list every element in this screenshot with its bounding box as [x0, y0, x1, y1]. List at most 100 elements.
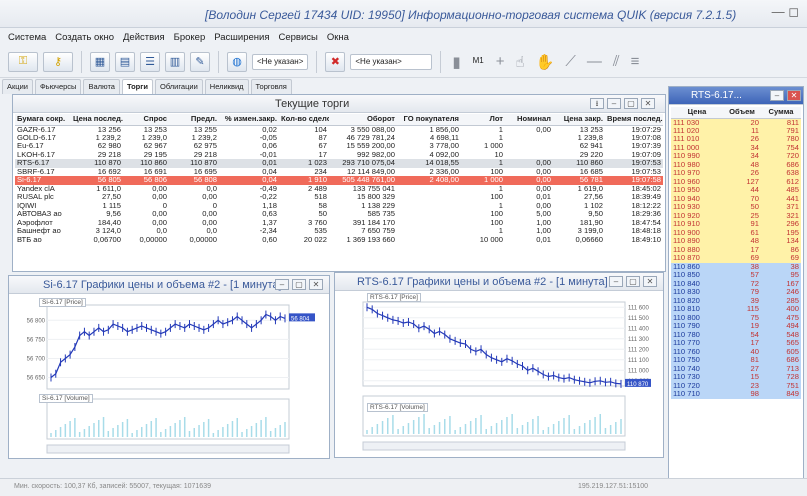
column-header[interactable]: Цена послед. [71, 114, 123, 126]
menu-broker[interactable]: Брокер [174, 32, 206, 43]
menu-new-window[interactable]: Создать окно [55, 32, 114, 43]
ask-row[interactable]: 111 010 26 780 [671, 135, 801, 144]
table-row[interactable]: RUSAL plc 27,50 0,00 0,00 -0,22 518 15 800 329… [15, 193, 663, 202]
table-icon[interactable]: ▦ [90, 51, 110, 72]
edit-icon[interactable]: ✎ [190, 51, 210, 72]
table-row[interactable]: АВТОВАЗ ао 9,56 0,00 0,00 0,63 50 585 735 100 5,… [15, 210, 663, 219]
si-price-chart[interactable]: 56 800 56 750 56 700 56 650 56 804 [9, 295, 329, 459]
ask-row[interactable]: 110 990 34 720 [671, 152, 801, 161]
ask-row[interactable]: 110 980 48 686 [671, 160, 801, 169]
bid-row[interactable]: 110 760 40 605 [671, 347, 801, 356]
menu-extensions[interactable]: Расширения [214, 32, 269, 43]
ask-row[interactable]: 110 890 48 134 [671, 237, 801, 246]
fibo-icon[interactable]: ≡ [628, 53, 643, 70]
bid-row[interactable]: 110 800 75 475 [671, 313, 801, 322]
window-controls[interactable]: — ◻ [772, 4, 799, 20]
close-icon[interactable]: ✕ [309, 279, 323, 290]
tab-currency[interactable]: Валюта [83, 79, 120, 94]
bid-row[interactable]: 110 720 23 751 [671, 381, 801, 390]
bid-row[interactable]: 110 850 57 95 [671, 271, 801, 280]
candle-icon[interactable]: ▮ [449, 53, 463, 71]
crosshair-icon[interactable]: + [493, 53, 508, 70]
ask-row[interactable]: 111 000 34 754 [671, 143, 801, 152]
bid-row[interactable]: 110 750 81 686 [671, 356, 801, 365]
table-row[interactable]: Башнефт ао 3 124,0 0,0 0,0 -2,34 535 7 650 759… [15, 227, 663, 236]
close-icon[interactable]: ✕ [641, 98, 655, 109]
ask-row[interactable]: 110 870 69 69 [671, 254, 801, 263]
table-row[interactable]: GOLD-6.17 1 239,2 1 239,0 1 239,2 -0,05 87 46 … [15, 134, 663, 143]
ask-row[interactable]: 111 020 11 791 [671, 126, 801, 135]
tab-bonds[interactable]: Облигации [155, 79, 203, 94]
maximize-icon[interactable]: ▢ [626, 276, 640, 287]
ask-row[interactable]: 110 930 50 371 [671, 203, 801, 212]
minimize-icon[interactable]: – [770, 90, 784, 101]
chart-window-icon[interactable]: ▤ [115, 51, 135, 72]
tab-shares[interactable]: Акции [2, 79, 33, 94]
minimize-icon[interactable]: – [607, 98, 621, 109]
close-icon[interactable]: ✕ [787, 90, 801, 101]
bid-row[interactable]: 110 780 54 548 [671, 330, 801, 339]
menu-services[interactable]: Сервисы [279, 32, 318, 43]
bid-row[interactable]: 110 830 79 246 [671, 288, 801, 297]
column-header[interactable]: Номинал [505, 114, 553, 126]
bid-row[interactable]: 110 790 19 494 [671, 322, 801, 331]
table-row[interactable]: Eu-6.17 62 980 62 967 62 975 0,06 67 15 559 20… [15, 142, 663, 151]
ask-row[interactable]: 110 920 25 321 [671, 211, 801, 220]
column-header[interactable]: Лот [461, 114, 505, 126]
column-header[interactable]: ГО покупателя [397, 114, 461, 126]
pointer-icon[interactable]: ☝ [513, 53, 528, 71]
ask-row[interactable]: 110 940 70 441 [671, 194, 801, 203]
orders-icon[interactable]: ☰ [140, 51, 160, 72]
table-row[interactable]: SBRF-6.17 16 692 16 691 16 695 0,04 234 12 114… [15, 168, 663, 177]
line-icon[interactable]: ⟋ [562, 53, 579, 70]
table-row[interactable]: Si-6.17 56 805 56 806 56 808 0,04 1 910 505 44… [15, 176, 663, 185]
ask-row[interactable]: 111 030 20 811 [671, 118, 801, 127]
table-row[interactable]: RTS-6.17 110 870 110 860 110 870 0,01 1 023 29… [15, 159, 663, 168]
column-header[interactable]: % измен.закр. [219, 114, 279, 126]
globe-icon[interactable]: ◍ [227, 51, 247, 72]
ask-row[interactable]: 110 880 17 86 [671, 245, 801, 254]
channel-icon[interactable]: ⫽ [610, 53, 623, 70]
hand-icon[interactable]: ✋ [533, 53, 558, 71]
column-header[interactable]: Предл. [169, 114, 219, 126]
ask-row[interactable]: 110 900 61 195 [671, 228, 801, 237]
column-header[interactable]: Цена закр. [553, 114, 605, 126]
column-header[interactable]: Спрос [123, 114, 169, 126]
tab-illiquid[interactable]: Неликвид [204, 79, 249, 94]
tab-futures[interactable]: Фьючерсы [34, 79, 82, 94]
sort-icon[interactable]: ⭳ [590, 98, 604, 109]
bid-row[interactable]: 110 840 72 167 [671, 279, 801, 288]
table-row[interactable]: Аэрофлот 184,40 0,00 0,00 1,37 3 760 391 184 1… [15, 219, 663, 228]
column-header[interactable]: Оборот [329, 114, 397, 126]
minimize-icon[interactable]: – [609, 276, 623, 287]
table-row[interactable]: ВТБ ао 0,06700 0,00000 0,00000 0,60 20 022 1 3… [15, 236, 663, 245]
bid-row[interactable]: 110 740 27 713 [671, 364, 801, 373]
bid-row[interactable]: 110 770 17 565 [671, 339, 801, 348]
minimize-icon[interactable]: – [275, 279, 289, 290]
ask-row[interactable]: 110 960 127 612 [671, 177, 801, 186]
table-row[interactable]: GAZR-6.17 13 256 13 253 13 255 0,02 104 3 550 … [15, 125, 663, 134]
cancel-icon[interactable]: ✖ [325, 51, 346, 72]
table-row[interactable]: IQIWI 1 115 0 0 1,18 58 1 138 229 1 0,00 1 102 18:… [15, 202, 663, 211]
close-icon[interactable]: ✕ [643, 276, 657, 287]
bid-row[interactable]: 110 710 98 849 [671, 390, 801, 399]
ask-row[interactable]: 110 950 44 485 [671, 186, 801, 195]
ask-row[interactable]: 110 970 26 638 [671, 169, 801, 178]
table-row[interactable]: LKOH-6.17 29 218 29 195 29 218 -0,01 17 992 98… [15, 151, 663, 160]
bid-row[interactable]: 110 860 38 38 [671, 262, 801, 271]
column-header[interactable]: Кол-во сделок [279, 114, 329, 126]
account-select-1[interactable]: <Не указан> [252, 53, 309, 70]
menu-system[interactable]: Система [8, 32, 46, 43]
rts-price-chart[interactable]: 111 600 111 500 111 400 111 300 111 200 111 1… [335, 292, 663, 458]
maximize-icon[interactable]: ▢ [292, 279, 306, 290]
bid-row[interactable]: 110 730 15 728 [671, 373, 801, 382]
menu-actions[interactable]: Действия [123, 32, 165, 43]
ask-row[interactable]: 110 910 91 296 [671, 220, 801, 229]
bid-row[interactable]: 110 820 39 285 [671, 296, 801, 305]
interval-select[interactable]: M1 [469, 54, 488, 70]
table-row[interactable]: Yandex clA 1 611,0 0,00 0,0 -0,49 2 489 133 75… [15, 185, 663, 194]
tab-trade[interactable]: Торговля [250, 79, 292, 94]
account-select-2[interactable]: <Не указан> [350, 53, 433, 70]
column-header[interactable]: Бумага сокр. [15, 114, 71, 126]
maximize-icon[interactable]: ▢ [624, 98, 638, 109]
